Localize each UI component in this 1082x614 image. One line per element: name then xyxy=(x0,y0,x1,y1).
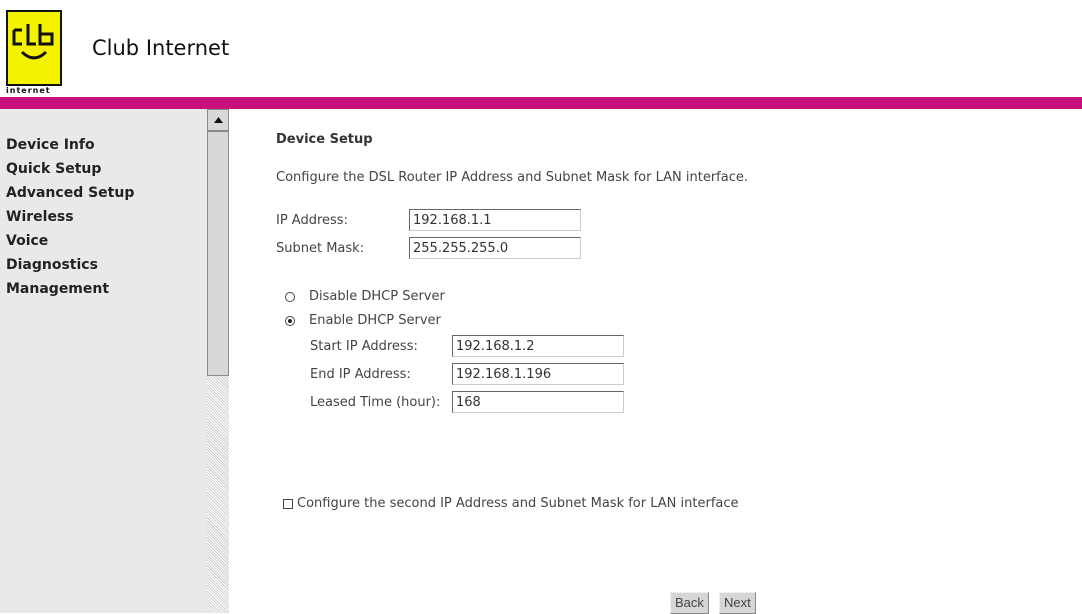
logo-subtext: internet xyxy=(6,86,51,95)
start-ip-input[interactable] xyxy=(452,335,624,357)
logo-mark xyxy=(6,10,62,86)
dhcp-enable-option[interactable]: Enable DHCP Server xyxy=(285,313,441,328)
dhcp-disable-label: Disable DHCP Server xyxy=(309,289,445,304)
sidebar: Device Info Quick Setup Advanced Setup W… xyxy=(0,109,211,613)
scroll-thumb[interactable] xyxy=(207,131,229,376)
dhcp-disable-radio[interactable] xyxy=(285,291,295,302)
subnet-mask-label: Subnet Mask: xyxy=(276,240,365,256)
sidebar-scrollbar[interactable] xyxy=(207,109,229,613)
header-accent-bar xyxy=(0,97,1082,109)
lease-time-label: Leased Time (hour): xyxy=(310,394,441,410)
dhcp-enable-label: Enable DHCP Server xyxy=(309,313,441,328)
ip-address-input[interactable] xyxy=(409,209,581,231)
scroll-up-button[interactable] xyxy=(207,109,229,131)
subnet-mask-row: Subnet Mask: xyxy=(276,237,581,259)
back-button[interactable]: Back xyxy=(670,592,709,614)
sidebar-menu: Device Info Quick Setup Advanced Setup W… xyxy=(6,133,134,301)
lease-time-input[interactable] xyxy=(452,391,624,413)
page-title: Device Setup xyxy=(276,132,373,147)
brand-name: Club Internet xyxy=(92,36,230,60)
second-ip-checkbox[interactable] xyxy=(283,498,293,509)
sidebar-item-management[interactable]: Management xyxy=(6,277,134,301)
start-ip-label: Start IP Address: xyxy=(310,338,418,354)
subnet-mask-input[interactable] xyxy=(409,237,581,259)
sidebar-item-diagnostics[interactable]: Diagnostics xyxy=(6,253,134,277)
start-ip-row: Start IP Address: xyxy=(310,335,624,357)
page-description: Configure the DSL Router IP Address and … xyxy=(276,170,748,185)
logo-glyph-icon xyxy=(12,24,54,60)
club-internet-logo: internet xyxy=(6,6,68,95)
end-ip-label: End IP Address: xyxy=(310,366,411,382)
ip-address-row: IP Address: xyxy=(276,209,581,231)
second-ip-label: Configure the second IP Address and Subn… xyxy=(297,496,739,511)
arrow-up-icon xyxy=(213,117,223,123)
dhcp-enable-radio[interactable] xyxy=(285,315,295,326)
dhcp-disable-option[interactable]: Disable DHCP Server xyxy=(285,289,445,304)
end-ip-input[interactable] xyxy=(452,363,624,385)
sidebar-item-device-info[interactable]: Device Info xyxy=(6,133,134,157)
sidebar-item-quick-setup[interactable]: Quick Setup xyxy=(6,157,134,181)
sidebar-item-voice[interactable]: Voice xyxy=(6,229,134,253)
ip-address-label: IP Address: xyxy=(276,212,348,228)
lease-time-row: Leased Time (hour): xyxy=(310,391,624,413)
sidebar-item-advanced-setup[interactable]: Advanced Setup xyxy=(6,181,134,205)
sidebar-item-wireless[interactable]: Wireless xyxy=(6,205,134,229)
main-content: Device Setup Configure the DSL Router IP… xyxy=(260,109,1080,614)
header: internet Club Internet xyxy=(0,0,1082,97)
end-ip-row: End IP Address: xyxy=(310,363,624,385)
second-ip-option[interactable]: Configure the second IP Address and Subn… xyxy=(283,496,739,511)
next-button[interactable]: Next xyxy=(719,592,756,614)
